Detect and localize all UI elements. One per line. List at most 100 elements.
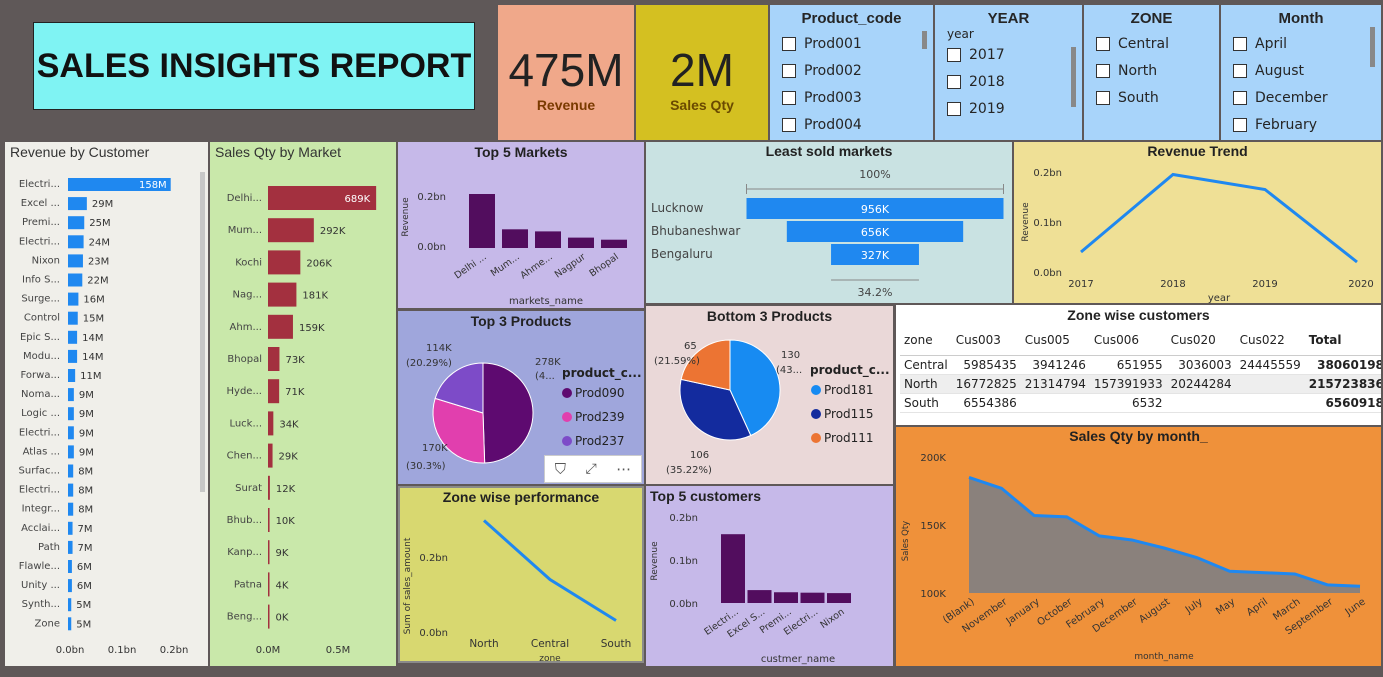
column-header[interactable]: Cus005: [1020, 327, 1090, 356]
bar[interactable]: [68, 273, 83, 287]
slicer-option-2019[interactable]: 2019: [947, 95, 1082, 122]
pie-slice[interactable]: [482, 362, 534, 464]
legend-label[interactable]: Prod115: [824, 407, 874, 421]
bar[interactable]: [469, 194, 495, 248]
revenue-card[interactable]: 475M Revenue: [498, 5, 634, 140]
bar[interactable]: [68, 330, 78, 344]
zone-customers-panel[interactable]: Zone wise customers zone Cus003 Cus005 Cus0…: [896, 305, 1381, 425]
checkbox[interactable]: [1096, 90, 1110, 105]
bar[interactable]: [68, 426, 74, 440]
bar[interactable]: [774, 592, 798, 603]
bar[interactable]: [68, 598, 72, 612]
slicer-option-prod001[interactable]: Prod001: [782, 30, 933, 57]
revenue-by-customer-panel[interactable]: Revenue by Customer Electri... 158M Excel …: [5, 142, 208, 666]
zone-performance-panel[interactable]: Zone wise performance Sum of sales_amoun…: [398, 486, 644, 663]
least-sold-panel[interactable]: Least sold markets 100% Lucknow 956K Bhuban…: [646, 142, 1012, 303]
bar[interactable]: [800, 592, 825, 603]
checkbox[interactable]: [782, 36, 796, 51]
legend-label[interactable]: Prod239: [575, 410, 625, 424]
bar[interactable]: [568, 237, 594, 248]
bar[interactable]: [68, 560, 72, 573]
checkbox[interactable]: [1233, 90, 1247, 105]
sales-qty-month-panel[interactable]: Sales Qty by month_ Sales Qty 100K 150K 200…: [896, 427, 1381, 666]
checkbox[interactable]: [1096, 63, 1110, 78]
bar[interactable]: [535, 231, 561, 248]
slicer-option-south[interactable]: South: [1096, 84, 1219, 111]
top3-products-panel[interactable]: Top 3 Products 278K (4... 170K (30.3%) 114K(…: [398, 311, 644, 484]
legend-label[interactable]: Prod237: [575, 434, 625, 448]
bar[interactable]: [268, 475, 270, 500]
legend-label[interactable]: Prod181: [824, 383, 874, 397]
table-row[interactable]: South 6554386 6532 6560918: [900, 393, 1381, 413]
bar[interactable]: [68, 445, 74, 459]
slicer-option-2017[interactable]: 2017: [947, 41, 1082, 68]
bar[interactable]: [268, 250, 301, 275]
bar[interactable]: [68, 521, 73, 535]
column-header[interactable]: Cus022: [1235, 327, 1305, 356]
month-slicer-scrollbar[interactable]: [1370, 27, 1375, 67]
top5-markets-panel[interactable]: Top 5 Markets Revenue 0.2bn 0.0bn Delhi ...…: [398, 142, 644, 308]
slicer-option-central[interactable]: Central: [1096, 30, 1219, 57]
slicer-option-prod002[interactable]: Prod002: [782, 57, 933, 84]
bar[interactable]: [268, 314, 293, 339]
column-header[interactable]: Cus003: [951, 327, 1021, 356]
bar[interactable]: [68, 617, 72, 631]
more-options-icon[interactable]: ⋯: [616, 460, 631, 478]
bar[interactable]: [68, 407, 74, 421]
bar[interactable]: [268, 411, 274, 436]
checkbox[interactable]: [782, 117, 796, 132]
bar[interactable]: [268, 443, 273, 468]
bar[interactable]: [827, 593, 851, 603]
bar[interactable]: [268, 282, 297, 307]
bar[interactable]: [268, 508, 270, 532]
bar[interactable]: [68, 502, 74, 516]
bar[interactable]: [68, 292, 79, 306]
bar[interactable]: [68, 483, 74, 497]
bar[interactable]: [268, 604, 270, 629]
checkbox[interactable]: [1233, 36, 1247, 51]
checkbox[interactable]: [782, 63, 796, 78]
bar[interactable]: [68, 388, 74, 402]
slicer-option-2018[interactable]: 2018: [947, 68, 1082, 95]
checkbox[interactable]: [947, 74, 961, 89]
bar[interactable]: [721, 534, 745, 603]
revenue-trend-panel[interactable]: Revenue Trend Revenue 0.0bn 0.1bn 0.2bn 2017…: [1014, 142, 1381, 303]
bar[interactable]: [601, 239, 627, 248]
zone-line[interactable]: [483, 519, 617, 622]
column-header[interactable]: Cus020: [1166, 327, 1236, 356]
slicer-option-north[interactable]: North: [1096, 57, 1219, 84]
bar[interactable]: [68, 579, 72, 593]
top5-customers-panel[interactable]: Top 5 customers Revenue 0.0bn 0.1bn 0.2bn El…: [646, 486, 893, 666]
focus-mode-icon[interactable]: ⤢: [586, 461, 597, 477]
bar[interactable]: [268, 347, 280, 371]
slicer-option-august[interactable]: August: [1233, 57, 1381, 84]
bar[interactable]: [68, 311, 78, 325]
checkbox[interactable]: [1233, 117, 1247, 132]
bar[interactable]: [68, 540, 73, 554]
bar[interactable]: [68, 197, 87, 211]
checkbox[interactable]: [947, 47, 961, 62]
bar[interactable]: [68, 464, 74, 478]
checkbox[interactable]: [1096, 36, 1110, 51]
table-row[interactable]: Central 5985435 3941246 651955 3036003 244455…: [900, 355, 1381, 375]
bar[interactable]: [268, 540, 270, 565]
bar[interactable]: [68, 216, 85, 230]
checkbox[interactable]: [947, 101, 961, 116]
bar[interactable]: [68, 254, 83, 268]
slicer-option-prod004[interactable]: Prod004: [782, 111, 933, 138]
column-header[interactable]: Cus006: [1089, 327, 1167, 356]
checkbox[interactable]: [1233, 63, 1247, 78]
legend-label[interactable]: Prod090: [575, 386, 625, 400]
bottom3-products-panel[interactable]: Bottom 3 Products 130 (43... 106 (35.22%) 65…: [646, 306, 893, 484]
revenue-by-customer-scrollbar[interactable]: [200, 172, 205, 492]
filter-icon[interactable]: ⛉: [555, 460, 566, 478]
bar[interactable]: [68, 369, 76, 382]
bar[interactable]: [68, 235, 84, 249]
column-header[interactable]: zone: [900, 327, 952, 356]
legend-label[interactable]: Prod111: [824, 431, 874, 445]
table-row[interactable]: North 16772825 21314794 157391933 20244284 21…: [900, 374, 1381, 394]
slicer-option-february[interactable]: February: [1233, 111, 1381, 138]
bar[interactable]: [68, 349, 78, 363]
bar[interactable]: [268, 572, 270, 597]
bar[interactable]: [747, 590, 772, 603]
